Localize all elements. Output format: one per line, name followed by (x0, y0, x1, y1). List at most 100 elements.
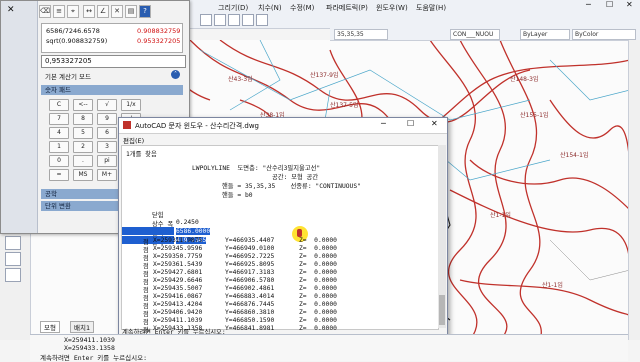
tool-icon[interactable] (200, 14, 212, 26)
history-expr: 6586/7246.6578 (46, 27, 100, 35)
linetype-combo[interactable]: CON___NUOU (450, 29, 500, 40)
key-memory-add[interactable]: M+ (97, 169, 117, 181)
table-tool-icon[interactable] (5, 252, 21, 266)
header-line: 공간: 모형 공간 (272, 174, 319, 181)
tab-model[interactable]: 모형 (40, 321, 60, 333)
history-icon[interactable]: ≡ (53, 5, 65, 18)
scrollbar-thumb[interactable] (439, 295, 445, 325)
menu-dimension[interactable]: 치수(N) (258, 3, 282, 13)
header-line: LWPOLYLINE 도면층: "산수리3필지울고선" (192, 165, 321, 172)
vertex-y: Y=466935.4407 (225, 237, 275, 244)
close-icon[interactable]: ✕ (7, 5, 15, 15)
vertex-x: X=259416.0867 (153, 293, 203, 300)
menu-draw[interactable]: 그리기(D) (218, 3, 248, 13)
vertex-y: Y=466902.4861 (225, 285, 275, 292)
palette-side-bar: ✕ (1, 1, 38, 233)
map-label: 산148-3임 (510, 76, 539, 83)
menu-modify[interactable]: 수정(M) (290, 3, 314, 13)
vertex-y: Y=466860.3810 (225, 309, 275, 316)
key-8[interactable]: 8 (73, 113, 93, 125)
tool-icon[interactable] (228, 14, 240, 26)
basic-mode-label: 기본 계산기 모드 (45, 73, 91, 81)
paste-icon[interactable]: ▤ (125, 5, 137, 18)
key-0[interactable]: 0 (49, 155, 69, 167)
calc-history: 6586/7246.6578 0.908832759 sqrt(0.908832… (41, 23, 183, 53)
history-expr: sqrt(0.908832759) (46, 37, 108, 45)
vertex-x: X=259350.7759 (153, 253, 203, 260)
minimize-icon[interactable]: ─ (381, 119, 386, 128)
maximize-icon[interactable]: ☐ (606, 0, 613, 9)
vertex-y: Y=466925.8095 (225, 261, 275, 268)
key-decimal[interactable]: . (73, 155, 93, 167)
intersection-icon[interactable]: ✕ (111, 5, 123, 18)
key-backspace[interactable]: <-- (73, 99, 93, 111)
cursor-icon (297, 229, 302, 237)
key-3[interactable]: 3 (97, 141, 117, 153)
vertex-z: Z= 0.0000 (299, 309, 337, 316)
tool-icon[interactable] (242, 14, 254, 26)
vertex-z: Z= 0.0000 (299, 261, 337, 268)
prop-value: 0.2450 (176, 219, 199, 226)
vertex-z: Z= 0.0000 (299, 269, 337, 276)
edit-menu[interactable]: 편집(E) (123, 135, 144, 145)
key-7[interactable]: 7 (49, 113, 69, 125)
key-equals[interactable]: = (49, 169, 69, 181)
layout-tabs: 모형 배치1 (40, 321, 120, 333)
selection-highlight (122, 227, 174, 235)
maximize-icon[interactable]: ☐ (407, 119, 414, 128)
collapse-icon[interactable]: ˄ (171, 70, 180, 79)
area-value[interactable]: 6586.0000 (176, 228, 211, 235)
key-6[interactable]: 6 (97, 127, 117, 139)
menu-help[interactable]: 도움말(H) (416, 3, 446, 13)
vertex-x: X=259433.1358 (153, 325, 203, 332)
key-reciprocal[interactable]: 1/x (121, 99, 141, 111)
vertex-x: X=259345.9596 (153, 245, 203, 252)
layer-coord-combo[interactable]: 35,35,35 (334, 29, 388, 40)
key-2[interactable]: 2 (73, 141, 93, 153)
key-pi[interactable]: pi (97, 155, 117, 167)
key-5[interactable]: 5 (73, 127, 93, 139)
map-label: 산137-5임 (330, 102, 359, 109)
vertex-y: Y=466906.5780 (225, 277, 275, 284)
key-9[interactable]: 9 (97, 113, 117, 125)
text-window-title: AutoCAD 문자 윈도우 - 산수리간격.dwg (135, 122, 259, 130)
key-1[interactable]: 1 (49, 141, 69, 153)
key-clear[interactable]: C (49, 99, 69, 111)
minimize-icon[interactable]: ─ (586, 0, 591, 9)
properties-bar: 35,35,35 CON___NUOU ByLayer ByColor (330, 28, 640, 41)
close-icon[interactable]: ✕ (431, 119, 438, 128)
vertex-list: 점 X=259311.9875 Y=466935.4407 Z= 0.0000 … (121, 237, 437, 337)
tool-icon[interactable] (214, 14, 226, 26)
map-label: 산43-3임 (228, 76, 253, 83)
menu-parametric[interactable]: 파라메트릭(P) (326, 3, 368, 13)
text-tool-icon[interactable] (5, 268, 21, 282)
vertex-x: X=259429.6646 (153, 277, 203, 284)
key-memory-store[interactable]: MS (73, 169, 93, 181)
distance-icon[interactable]: ↔ (83, 5, 95, 18)
coordinate-icon[interactable]: ⌖ (67, 5, 79, 18)
tab-layout1[interactable]: 배치1 (70, 321, 95, 333)
numpad-header[interactable]: 숫자 패드 (41, 85, 183, 95)
clear-icon[interactable]: ⌫ (39, 5, 51, 18)
bylayer-combo[interactable]: ByLayer (520, 29, 570, 40)
vertex-y: Y=466876.7445 (225, 301, 275, 308)
help-icon[interactable]: ? (139, 5, 151, 18)
map-label: 산137-9임 (310, 72, 339, 79)
menu-window[interactable]: 윈도우(W) (376, 3, 408, 13)
vertex-z: Z= 0.0000 (299, 253, 337, 260)
region-tool-icon[interactable] (5, 236, 21, 250)
history-result: 0.908832759 (137, 27, 181, 35)
angle-icon[interactable]: ∠ (97, 5, 109, 18)
window-controls: ─ ☐ ✕ (470, 0, 640, 12)
close-icon[interactable]: ✕ (626, 0, 633, 9)
vertex-z: Z= 0.0000 (299, 317, 337, 324)
key-4[interactable]: 4 (49, 127, 69, 139)
tool-icon[interactable] (256, 14, 268, 26)
command-line[interactable]: X=259411.1039 X=259433.1358 계속하려면 Enter … (30, 334, 628, 362)
calc-input[interactable]: 0,953327205 (41, 55, 186, 68)
scrollbar[interactable] (438, 145, 446, 328)
text-window-titlebar[interactable]: AutoCAD 문자 윈도우 - 산수리간격.dwg ─ ☐ ✕ (119, 118, 447, 134)
vertex-y: Y=466883.4014 (225, 293, 275, 300)
color-combo[interactable]: ByColor (572, 29, 636, 40)
key-sqrt[interactable]: √ (97, 99, 117, 111)
